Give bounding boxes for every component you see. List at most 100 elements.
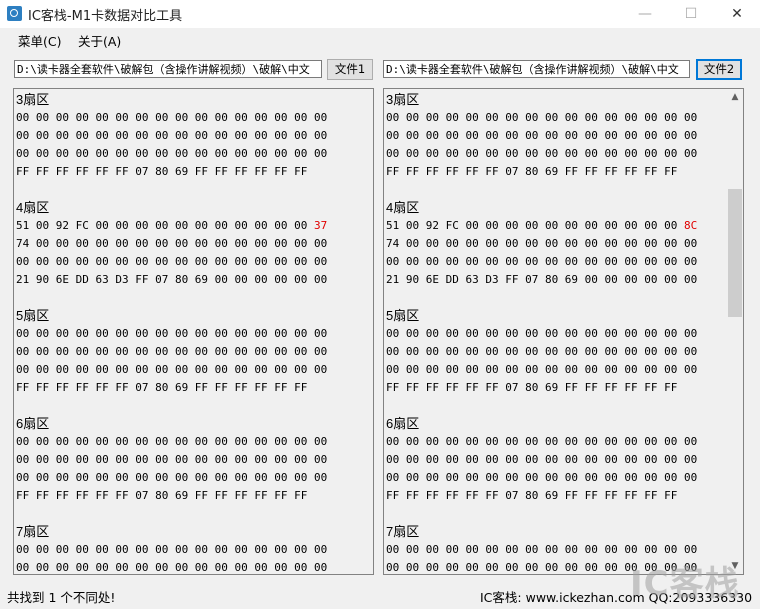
hex-row-bytes: 00 00 00 00 00 00 00 00 00 00 00 00 00 0…: [386, 129, 698, 142]
hex-row: FF FF FF FF FF FF 07 80 69 FF FF FF FF F…: [16, 379, 327, 397]
sector-title: 3扇区: [16, 92, 50, 107]
hex-row: FF FF FF FF FF FF 07 80 69 FF FF FF FF F…: [16, 487, 327, 505]
hex-row: 00 00 00 00 00 00 00 00 00 00 00 00 00 0…: [16, 451, 327, 469]
hex-row: 00 00 00 00 00 00 00 00 00 00 00 00 00 0…: [16, 433, 327, 451]
close-button[interactable]: ✕: [714, 0, 760, 28]
file2-path-field[interactable]: D:\读卡器全套软件\破解包（含操作讲解视频）\破解\中文: [383, 60, 690, 78]
hex-row-bytes: 00 00 00 00 00 00 00 00 00 00 00 00 00 0…: [16, 255, 328, 268]
hex-row: 51 00 92 FC 00 00 00 00 00 00 00 00 00 0…: [16, 217, 327, 235]
sector-title: 6扇区: [386, 416, 420, 431]
file2-button[interactable]: 文件2: [696, 59, 742, 80]
ickezhan-watermark: IC客栈: [630, 564, 740, 604]
sector-title: 5扇区: [386, 308, 420, 323]
hex-row-bytes: 00 00 00 00 00 00 00 00 00 00 00 00 00 0…: [16, 561, 328, 574]
hex-row-bytes: 00 00 00 00 00 00 00 00 00 00 00 00 00 0…: [386, 147, 698, 160]
hex-row: 00 00 00 00 00 00 00 00 00 00 00 00 00 0…: [16, 109, 327, 127]
hex-row-bytes: 00 00 00 00 00 00 00 00 00 00 00 00 00 0…: [386, 345, 698, 358]
hex-row-bytes: 21 90 6E DD 63 D3 FF 07 80 69 00 00 00 0…: [16, 273, 328, 286]
hex-row: 00 00 00 00 00 00 00 00 00 00 00 00 00 0…: [16, 559, 328, 574]
hex-row: 00 00 00 00 00 00 00 00 00 00 00 00 00 0…: [16, 325, 327, 343]
sector-title: 6扇区: [16, 416, 50, 431]
hex-row: 00 00 00 00 00 00 00 00 00 00 00 00 00 0…: [386, 451, 697, 469]
scroll-up-arrow-icon[interactable]: ▲: [727, 89, 743, 105]
hex-row: 00 00 00 00 00 00 00 00 00 00 00 00 00 0…: [386, 433, 697, 451]
file1-path-field[interactable]: D:\读卡器全套软件\破解包（含操作讲解视频）\破解\中文: [14, 60, 322, 78]
hex-row-bytes: FF FF FF FF FF FF 07 80 69 FF FF FF FF F…: [16, 165, 308, 178]
search-app-icon: [7, 6, 22, 21]
hex-row-bytes: 00 00 00 00 00 00 00 00 00 00 00 00 00 0…: [386, 435, 698, 448]
hex-row: 00 00 00 00 00 00 00 00 00 00 00 00 00 0…: [16, 145, 327, 163]
hex-row: 00 00 00 00 00 00 00 00 00 00 00 00 00 0…: [386, 361, 697, 379]
sector-block: 6扇区 00 00 00 00 00 00 00 00 00 00 00 00 0…: [386, 415, 697, 505]
hex-row: 00 00 00 00 00 00 00 00 00 00 00 00 00 0…: [16, 253, 327, 271]
hex-row: FF FF FF FF FF FF 07 80 69 FF FF FF FF F…: [386, 487, 697, 505]
hex-row-bytes: 00 00 00 00 00 00 00 00 00 00 00 00 00 0…: [16, 327, 328, 340]
right-dump-panel[interactable]: 3扇区 00 00 00 00 00 00 00 00 00 00 00 00 0…: [383, 88, 744, 575]
hex-row-bytes: 00 00 00 00 00 00 00 00 00 00 00 00 00 0…: [16, 453, 328, 466]
hex-row-bytes: 00 00 00 00 00 00 00 00 00 00 00 00 00 0…: [16, 471, 328, 484]
hex-row: 74 00 00 00 00 00 00 00 00 00 00 00 00 0…: [386, 235, 697, 253]
hex-row-bytes: 00 00 00 00 00 00 00 00 00 00 00 00 00 0…: [386, 543, 698, 556]
sector-block: 3扇区 00 00 00 00 00 00 00 00 00 00 00 00 0…: [16, 91, 327, 181]
left-dump-text: 3扇区 00 00 00 00 00 00 00 00 00 00 00 00 0…: [16, 91, 328, 574]
hex-row: FF FF FF FF FF FF 07 80 69 FF FF FF FF F…: [16, 163, 327, 181]
hex-row-bytes: 00 00 00 00 00 00 00 00 00 00 00 00 00 0…: [16, 435, 328, 448]
file1-button[interactable]: 文件1: [327, 59, 373, 80]
hex-row: 00 00 00 00 00 00 00 00 00 00 00 00 00 0…: [16, 127, 327, 145]
hex-row: 00 00 00 00 00 00 00 00 00 00 00 00 00 0…: [386, 253, 697, 271]
left-dump-panel[interactable]: 3扇区 00 00 00 00 00 00 00 00 00 00 00 00 0…: [13, 88, 374, 575]
hex-row-bytes: 00 00 00 00 00 00 00 00 00 00 00 00 00 0…: [386, 453, 698, 466]
sector-block: 6扇区 00 00 00 00 00 00 00 00 00 00 00 00 0…: [16, 415, 327, 505]
sector-title: 4扇区: [386, 200, 420, 215]
sector-block: 7扇区 00 00 00 00 00 00 00 00 00 00 00 00 0…: [16, 523, 328, 574]
hex-row: 00 00 00 00 00 00 00 00 00 00 00 00 00 0…: [16, 469, 327, 487]
hex-row: 51 00 92 FC 00 00 00 00 00 00 00 00 00 0…: [386, 217, 697, 235]
menu-item-about[interactable]: 关于(A): [78, 31, 121, 50]
hex-row-bytes: 74 00 00 00 00 00 00 00 00 00 00 00 00 0…: [16, 237, 328, 250]
hex-row-bytes: 00 00 00 00 00 00 00 00 00 00 00 00 00 0…: [16, 543, 328, 556]
title-bar: IC客栈-M1卡数据对比工具 — ☐ ✕: [0, 0, 760, 28]
hex-row-bytes: FF FF FF FF FF FF 07 80 69 FF FF FF FF F…: [386, 489, 678, 502]
hex-row-bytes: 00 00 00 00 00 00 00 00 00 00 00 00 00 0…: [16, 129, 328, 142]
hex-row: 21 90 6E DD 63 D3 FF 07 80 69 00 00 00 0…: [16, 271, 327, 289]
hex-row: 00 00 00 00 00 00 00 00 00 00 00 00 00 0…: [386, 343, 697, 361]
hex-row: 00 00 00 00 00 00 00 00 00 00 00 00 00 0…: [386, 109, 697, 127]
hex-row-bytes: 00 00 00 00 00 00 00 00 00 00 00 00 00 0…: [16, 147, 328, 160]
hex-row-bytes: 74 00 00 00 00 00 00 00 00 00 00 00 00 0…: [386, 237, 698, 250]
scrollbar-thumb[interactable]: [728, 189, 742, 317]
hex-row-bytes: FF FF FF FF FF FF 07 80 69 FF FF FF FF F…: [16, 489, 308, 502]
hex-row-bytes: 00 00 00 00 00 00 00 00 00 00 00 00 00 0…: [386, 255, 698, 268]
right-scrollbar[interactable]: ▲ ▼: [727, 89, 743, 574]
hex-row: 00 00 00 00 00 00 00 00 00 00 00 00 00 0…: [386, 325, 697, 343]
menu-item-menu[interactable]: 菜单(C): [18, 31, 61, 50]
sector-title: 7扇区: [386, 524, 420, 539]
sector-block: 4扇区 51 00 92 FC 00 00 00 00 00 00 00 00 0…: [16, 199, 327, 289]
hex-row-bytes: 00 00 00 00 00 00 00 00 00 00 00 00 00 0…: [16, 363, 328, 376]
hex-row: 00 00 00 00 00 00 00 00 00 00 00 00 00 0…: [16, 361, 327, 379]
hex-row-bytes: 51 00 92 FC 00 00 00 00 00 00 00 00 00 0…: [386, 219, 678, 232]
hex-row-bytes: 00 00 00 00 00 00 00 00 00 00 00 00 00 0…: [16, 345, 328, 358]
right-dump-text: 3扇区 00 00 00 00 00 00 00 00 00 00 00 00 0…: [386, 91, 698, 574]
hex-row: 00 00 00 00 00 00 00 00 00 00 00 00 00 0…: [386, 145, 697, 163]
hex-row: FF FF FF FF FF FF 07 80 69 FF FF FF FF F…: [386, 379, 697, 397]
hex-row: FF FF FF FF FF FF 07 80 69 FF FF FF FF F…: [386, 163, 697, 181]
hex-row: 00 00 00 00 00 00 00 00 00 00 00 00 00 0…: [386, 127, 697, 145]
hex-row-bytes: 00 00 00 00 00 00 00 00 00 00 00 00 00 0…: [386, 327, 698, 340]
hex-row-bytes: FF FF FF FF FF FF 07 80 69 FF FF FF FF F…: [386, 165, 678, 178]
hex-row: 00 00 00 00 00 00 00 00 00 00 00 00 00 0…: [386, 469, 697, 487]
sector-block: 3扇区 00 00 00 00 00 00 00 00 00 00 00 00 0…: [386, 91, 697, 181]
maximize-button[interactable]: ☐: [668, 0, 714, 28]
hex-row-bytes: FF FF FF FF FF FF 07 80 69 FF FF FF FF F…: [386, 381, 678, 394]
hex-row-bytes: 00 00 00 00 00 00 00 00 00 00 00 00 00 0…: [386, 471, 698, 484]
sector-title: 7扇区: [16, 524, 50, 539]
sector-title: 3扇区: [386, 92, 420, 107]
hex-row: 21 90 6E DD 63 D3 FF 07 80 69 00 00 00 0…: [386, 271, 697, 289]
hex-row-bytes: 51 00 92 FC 00 00 00 00 00 00 00 00 00 0…: [16, 219, 308, 232]
minimize-button[interactable]: —: [622, 0, 668, 28]
diff-byte: 37: [307, 219, 328, 232]
menu-bar: 菜单(C) 关于(A): [0, 28, 760, 50]
hex-row-bytes: 00 00 00 00 00 00 00 00 00 00 00 00 00 0…: [386, 111, 698, 124]
hex-row-bytes: FF FF FF FF FF FF 07 80 69 FF FF FF FF F…: [16, 381, 308, 394]
sector-title: 4扇区: [16, 200, 50, 215]
status-diff-count: 共找到 1 个不同处!: [7, 590, 116, 605]
